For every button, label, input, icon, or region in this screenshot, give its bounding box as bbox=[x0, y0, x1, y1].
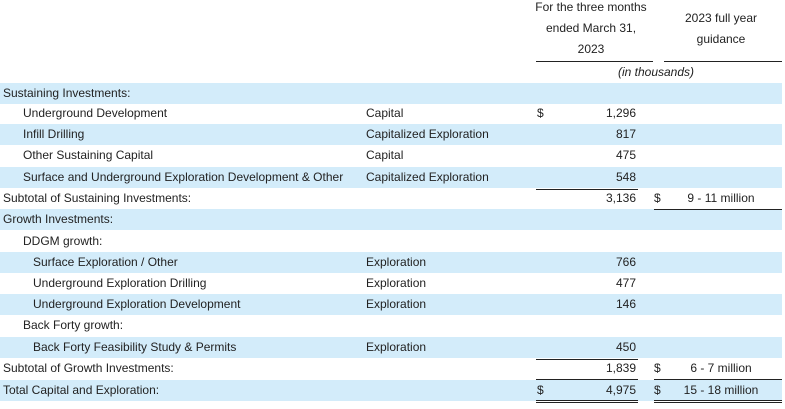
row-label: Back Forty Feasibility Study & Permits bbox=[33, 340, 237, 354]
row-guidance: 6 - 7 million bbox=[690, 361, 752, 375]
row-label: Subtotal of Growth Investments: bbox=[3, 361, 174, 375]
col-header-q1-line: For the three months bbox=[535, 0, 647, 14]
table-row: Back Forty growth: bbox=[0, 315, 782, 336]
row-label: Total Capital and Exploration: bbox=[3, 383, 160, 397]
row-label: Underground Exploration Development bbox=[33, 297, 241, 311]
row-label: Underground Development bbox=[23, 106, 168, 120]
table-row: Sustaining Investments: bbox=[0, 83, 782, 104]
currency-symbol: $ bbox=[654, 383, 661, 397]
row-label: Back Forty growth: bbox=[23, 318, 124, 332]
row-type: Capital bbox=[366, 106, 404, 120]
row-label: Underground Exploration Drilling bbox=[33, 276, 207, 290]
total-rule-double-1-guidance bbox=[654, 400, 782, 401]
currency-symbol: $ bbox=[537, 383, 544, 397]
row-label: Surface Exploration / Other bbox=[33, 255, 178, 269]
table-row: Underground Exploration Development Explo… bbox=[0, 294, 782, 315]
col-header-q1-line: 2023 bbox=[577, 42, 605, 56]
table-row: Infill Drilling Capitalized Exploration 81… bbox=[0, 124, 782, 145]
total-rule-top bbox=[536, 379, 638, 380]
table-row: Surface Exploration / Other Exploration 76… bbox=[0, 252, 782, 273]
table-row: DDGM growth: bbox=[0, 231, 782, 252]
row-label: Infill Drilling bbox=[23, 127, 85, 141]
row-value: 146 bbox=[615, 297, 636, 311]
row-value: 477 bbox=[615, 276, 636, 290]
col-header-guidance-line: 2023 full year bbox=[684, 11, 758, 25]
row-label: Other Sustaining Capital bbox=[23, 148, 154, 162]
col-header-guidance: 2023 full year guidance bbox=[660, 8, 782, 50]
subtotal-growth-rule bbox=[536, 359, 638, 360]
row-type: Exploration bbox=[366, 297, 427, 311]
row-label: Subtotal of Sustaining Investments: bbox=[3, 191, 192, 205]
total-rule-top-guidance bbox=[654, 379, 782, 380]
row-value: 450 bbox=[615, 340, 636, 354]
table-row: Surface and Underground Exploration Deve… bbox=[0, 167, 782, 188]
row-value: 1,296 bbox=[605, 106, 636, 120]
table-row: Back Forty Feasibility Study & Permits Ex… bbox=[0, 337, 782, 358]
table-row: Total Capital and Exploration: $4,975 $15 … bbox=[0, 380, 782, 401]
currency-symbol: $ bbox=[654, 191, 661, 205]
col-header-guidance-line: guidance bbox=[696, 32, 746, 46]
row-value: 548 bbox=[615, 170, 636, 184]
row-label: Sustaining Investments: bbox=[3, 86, 131, 100]
row-label: DDGM growth: bbox=[23, 234, 103, 248]
subtotal-sustaining-rule-guidance bbox=[654, 209, 782, 210]
row-value: 3,136 bbox=[605, 191, 636, 205]
row-guidance: 9 - 11 million bbox=[687, 191, 755, 205]
table-row: Other Sustaining Capital Capital 475 bbox=[0, 145, 782, 166]
row-type: Exploration bbox=[366, 255, 427, 269]
currency-symbol: $ bbox=[654, 361, 661, 375]
table-row: Subtotal of Growth Investments: 1,839 $6 -… bbox=[0, 358, 782, 379]
row-value: 4,975 bbox=[605, 383, 636, 397]
col-header-q1-line: ended March 31, bbox=[545, 21, 637, 35]
row-label: Growth Investments: bbox=[3, 212, 114, 226]
total-rule-double-2 bbox=[536, 402, 638, 403]
currency-symbol: $ bbox=[537, 106, 544, 120]
row-type: Exploration bbox=[366, 276, 427, 290]
subtotal-sustaining-rule bbox=[536, 189, 638, 190]
row-type: Capital bbox=[366, 148, 404, 162]
row-label: Surface and Underground Exploration Deve… bbox=[23, 170, 344, 184]
col-header-q1: For the three months ended March 31, 202… bbox=[530, 0, 652, 60]
row-guidance: 15 - 18 million bbox=[683, 383, 759, 397]
row-type: Capitalized Exploration bbox=[366, 170, 489, 184]
table-row: Subtotal of Sustaining Investments: 3,136… bbox=[0, 188, 782, 209]
row-value: 1,839 bbox=[605, 361, 636, 375]
table-row: Growth Investments: bbox=[0, 209, 782, 230]
row-value: 475 bbox=[615, 148, 636, 162]
row-type: Exploration bbox=[366, 340, 427, 354]
row-value: 766 bbox=[615, 255, 636, 269]
table-row: Underground Exploration Drilling Explorat… bbox=[0, 273, 782, 294]
table-row: Underground Development Capital $1,296 bbox=[0, 103, 782, 124]
total-rule-double-1 bbox=[536, 400, 638, 401]
total-rule-double-2-guidance bbox=[654, 402, 782, 403]
units-note: (in thousands) bbox=[617, 65, 695, 79]
row-type: Capitalized Exploration bbox=[366, 127, 489, 141]
row-value: 817 bbox=[615, 127, 636, 141]
